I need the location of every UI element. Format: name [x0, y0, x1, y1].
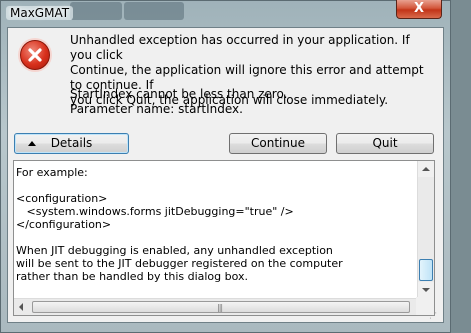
- background-taskbar-ghost: [124, 2, 184, 20]
- triangle-up-icon: [28, 141, 36, 146]
- scroll-left-button[interactable]: [14, 299, 30, 315]
- horizontal-scroll-thumb[interactable]: |||: [32, 301, 410, 313]
- details-line: <system.windows.forms jitDebugging="true…: [16, 205, 294, 218]
- details-line: </configuration>: [16, 218, 112, 231]
- exception-detail: StartIndex cannot be less than zero. Par…: [70, 87, 430, 117]
- error-x-icon: [20, 40, 50, 70]
- continue-button[interactable]: Continue: [229, 133, 327, 154]
- details-line: [16, 179, 411, 192]
- resize-grip-icon[interactable]: ⋰: [429, 312, 437, 320]
- grip-icon: |||: [217, 303, 223, 312]
- dialog-window: MaxGMAT X Unhandled exception has occurr…: [0, 0, 451, 333]
- scroll-up-button[interactable]: [418, 161, 434, 177]
- arrow-left-icon: [19, 303, 23, 311]
- close-button[interactable]: X: [396, 0, 442, 19]
- quit-button[interactable]: Quit: [336, 133, 434, 154]
- details-button-label: Details: [50, 136, 93, 150]
- vertical-scrollbar[interactable]: [417, 161, 434, 298]
- details-line: rather than be handled by this dialog bo…: [16, 270, 249, 283]
- vertical-scroll-thumb[interactable]: [419, 259, 433, 281]
- arrow-down-icon: [422, 288, 430, 292]
- message-line: Unhandled exception has occurred in your…: [70, 33, 410, 62]
- details-line: will be sent to the JIT debugger registe…: [16, 257, 343, 270]
- arrow-up-icon: [422, 167, 430, 171]
- details-line: <configuration>: [16, 192, 108, 205]
- title-bar[interactable]: MaxGMAT X: [0, 0, 451, 26]
- scroll-down-button[interactable]: [418, 282, 434, 298]
- exception-message: StartIndex cannot be less than zero.: [70, 87, 288, 101]
- details-button[interactable]: Details: [14, 133, 129, 154]
- dialog-client-area: Unhandled exception has occurred in your…: [7, 27, 444, 323]
- details-line: When JIT debugging is enabled, any unhan…: [16, 244, 333, 257]
- details-text: For example: <configuration> <system.win…: [16, 166, 411, 283]
- window-title: MaxGMAT: [6, 6, 74, 20]
- exception-parameter: Parameter name: startIndex.: [70, 102, 243, 116]
- details-textbox[interactable]: For example: <configuration> <system.win…: [13, 160, 435, 316]
- horizontal-scrollbar[interactable]: |||: [14, 298, 417, 315]
- background-taskbar-ghost: [70, 2, 122, 20]
- details-line: For example:: [16, 166, 88, 179]
- details-line: [16, 231, 411, 244]
